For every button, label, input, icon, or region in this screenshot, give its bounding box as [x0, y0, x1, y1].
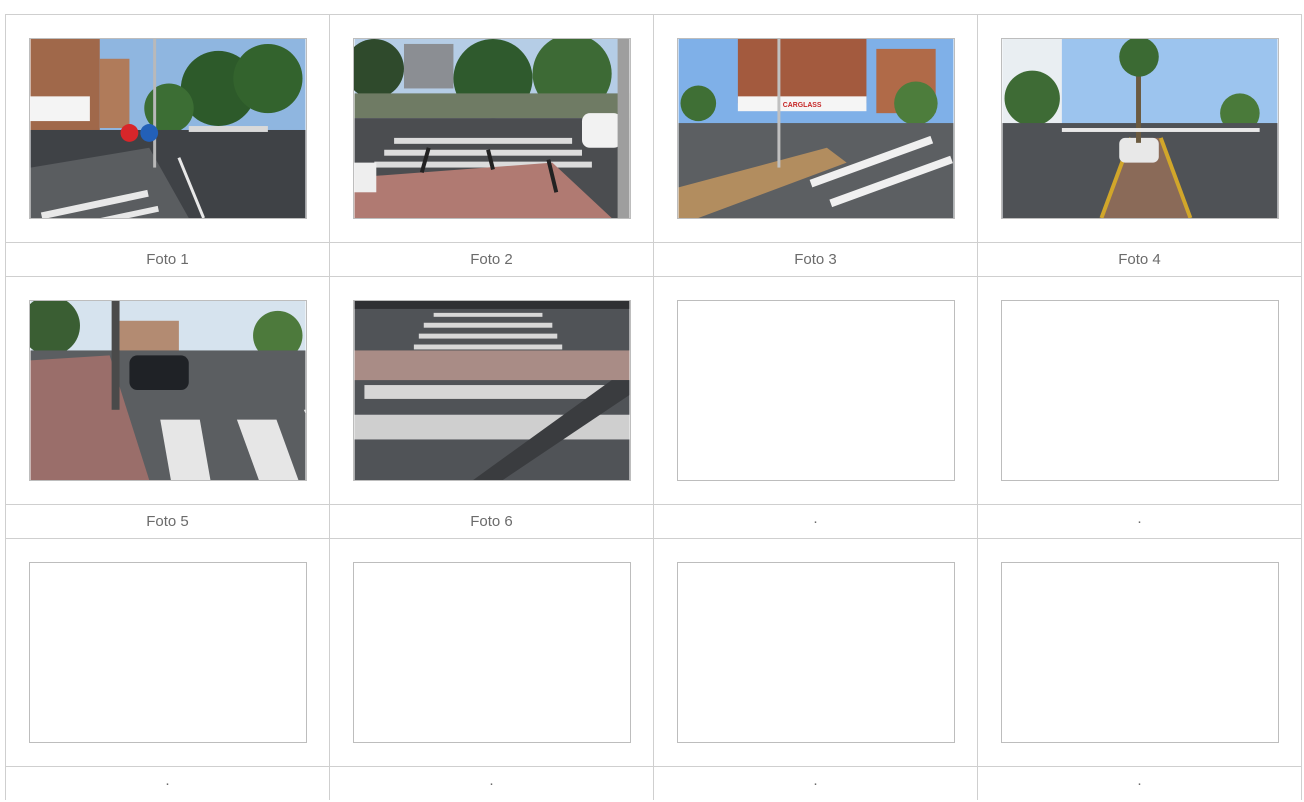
photo-placeholder[interactable] — [1001, 300, 1279, 481]
photo-cell-7 — [653, 276, 977, 504]
photo-placeholder[interactable] — [677, 300, 955, 481]
photo-placeholder[interactable] — [29, 562, 307, 743]
palm-median-photo-icon — [1002, 39, 1278, 218]
photo-caption: Foto 6 — [470, 513, 513, 530]
photo-caption: · — [813, 775, 818, 792]
crosswalk-photo-icon — [354, 39, 630, 218]
photo-3[interactable]: CARGLASS — [677, 38, 955, 219]
photo-6[interactable] — [353, 300, 631, 481]
photo-cell-2 — [329, 14, 653, 242]
photo-caption: Foto 1 — [146, 251, 189, 268]
photo-caption: Foto 4 — [1118, 251, 1161, 268]
photo-placeholder[interactable] — [677, 562, 955, 743]
photo-4[interactable] — [1001, 38, 1279, 219]
photo-caption: Foto 3 — [794, 251, 837, 268]
photo-2[interactable] — [353, 38, 631, 219]
photo-caption: · — [165, 775, 170, 792]
photo-cell-3: CARGLASS — [653, 14, 977, 242]
photo-caption: · — [1137, 513, 1142, 530]
street-building-photo-icon: CARGLASS — [678, 39, 954, 218]
photo-caption: Foto 5 — [146, 513, 189, 530]
parked-car-photo-icon — [30, 301, 306, 480]
photo-cell-6 — [329, 276, 653, 504]
photo-placeholder[interactable] — [353, 562, 631, 743]
street-photo-icon — [30, 39, 306, 218]
photo-caption: · — [813, 513, 818, 530]
photo-cell-4 — [977, 14, 1302, 242]
svg-text:CARGLASS: CARGLASS — [783, 102, 822, 109]
photo-5[interactable] — [29, 300, 307, 481]
photo-table: CARGLASS Foto 1 Foto 2 Foto 3 Foto 4 Fot… — [5, 14, 1302, 800]
photo-cell-8 — [977, 276, 1302, 504]
photo-placeholder[interactable] — [1001, 562, 1279, 743]
photo-1[interactable] — [29, 38, 307, 219]
pedestrian-crossing-photo-icon — [354, 301, 630, 480]
photo-cell-1 — [5, 14, 329, 242]
photo-cell-5 — [5, 276, 329, 504]
photo-caption: · — [489, 775, 494, 792]
photo-caption: · — [1137, 775, 1142, 792]
photo-caption: Foto 2 — [470, 251, 513, 268]
